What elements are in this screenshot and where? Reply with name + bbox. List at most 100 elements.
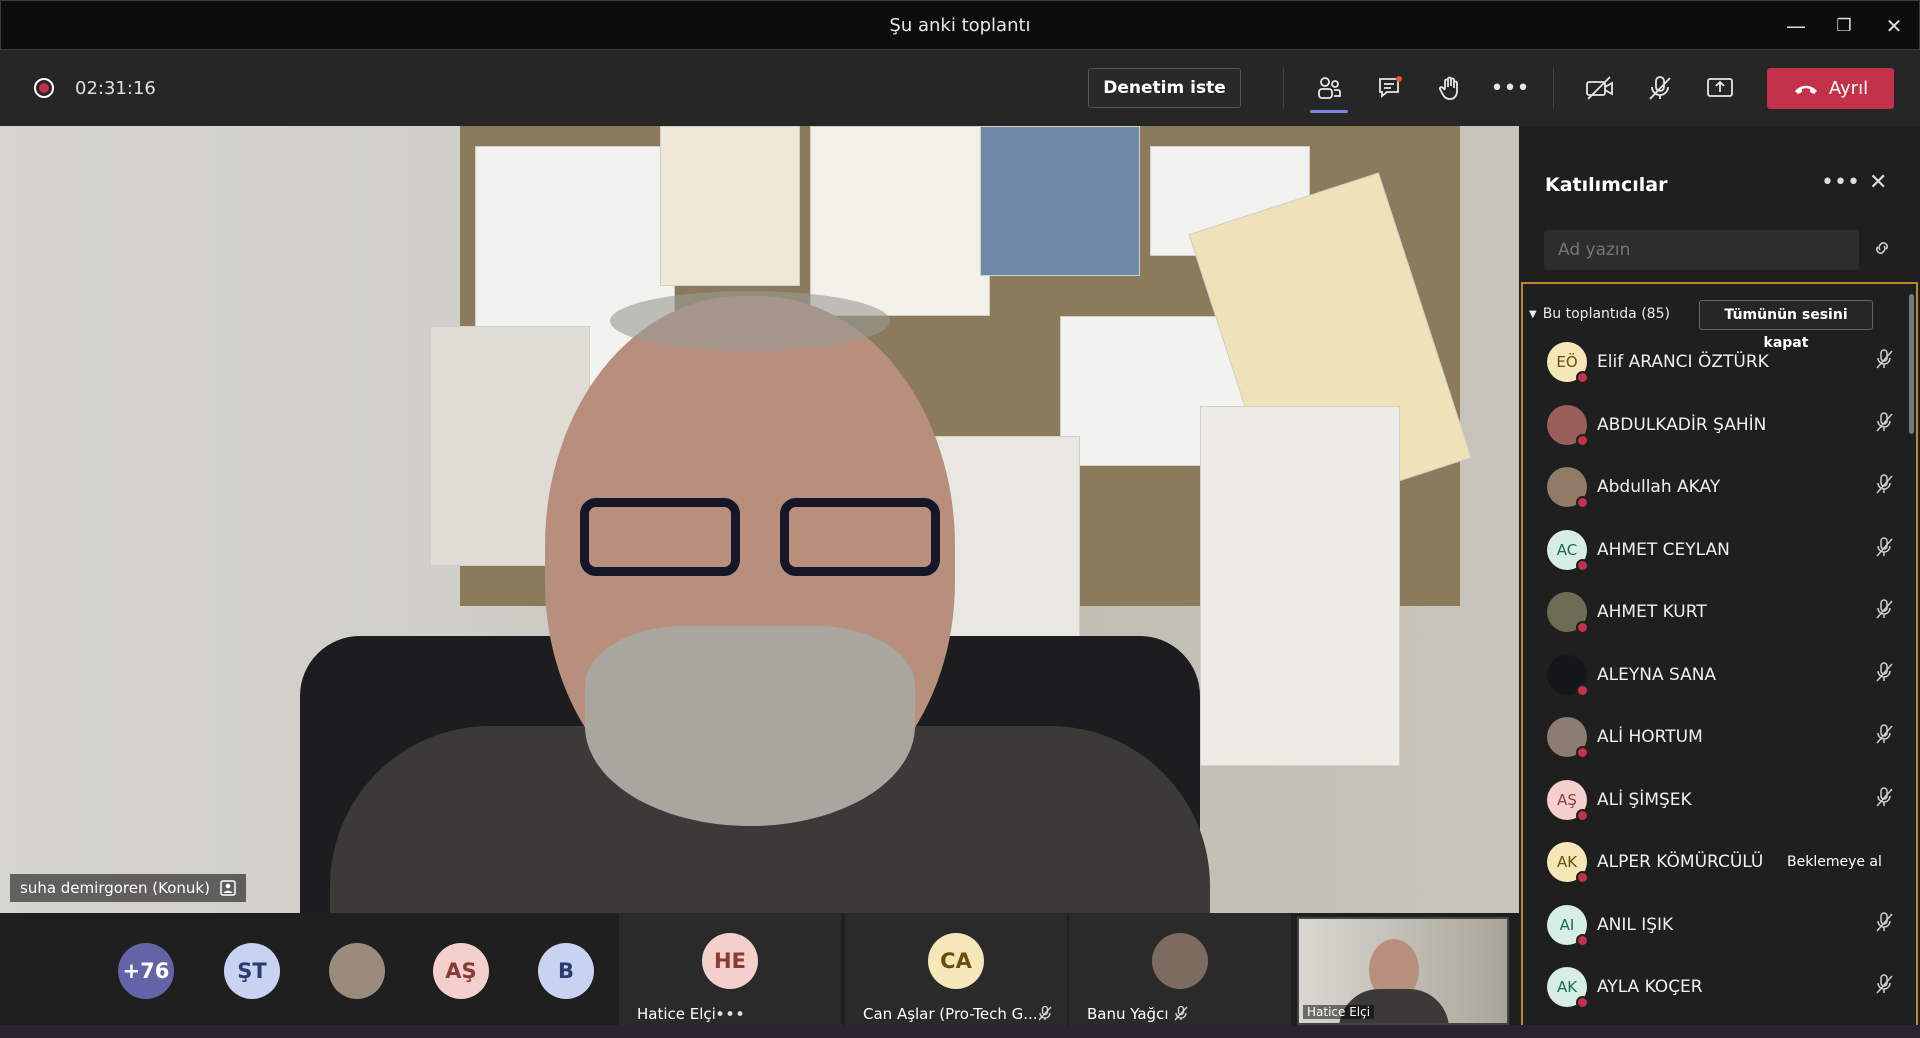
muted-mic-icon [1173, 1005, 1189, 1025]
gallery-avatar-photo[interactable] [329, 943, 385, 999]
muted-mic-icon[interactable] [1873, 348, 1895, 374]
presence-status-icon [1576, 621, 1589, 634]
microphone-off-icon[interactable] [1640, 70, 1680, 106]
guest-badge-icon [220, 880, 236, 896]
raise-hand-icon[interactable] [1430, 70, 1470, 106]
recording-icon [34, 78, 54, 98]
participant-row[interactable]: ALEYNA SANA [1547, 647, 1897, 697]
overflow-count[interactable]: +76 [118, 943, 174, 999]
minimize-icon[interactable]: — [1781, 11, 1811, 41]
gallery-tile[interactable]: CA Can Aşlar (Pro-Tech G... [845, 913, 1067, 1025]
muted-mic-icon[interactable] [1873, 536, 1895, 562]
gallery-avatar[interactable]: B [538, 943, 594, 999]
tile-name: Banu Yağcı [1087, 1005, 1169, 1023]
panel-more-icon[interactable]: ••• [1821, 170, 1860, 195]
participant-avatar: AC [1547, 529, 1589, 572]
window-title: Şu anki toplantı [889, 15, 1031, 36]
chat-icon[interactable] [1370, 70, 1410, 106]
restore-icon[interactable]: ❐ [1829, 11, 1859, 41]
panel-scrollbar[interactable] [1909, 294, 1914, 434]
self-video-preview[interactable]: Hatice Elçi [1297, 917, 1509, 1025]
chevron-down-icon: ▼ [1529, 308, 1537, 320]
panel-close-icon[interactable]: ✕ [1869, 170, 1887, 195]
participant-row[interactable]: AK AYLA KOÇER [1547, 959, 1897, 1009]
muted-mic-icon[interactable] [1873, 911, 1895, 937]
muted-mic-icon[interactable] [1873, 723, 1895, 749]
person-hair [610, 291, 890, 351]
participant-initials: AC [1556, 540, 1578, 559]
muted-mic-icon[interactable] [1873, 598, 1895, 624]
participant-name: ALPER KÖMÜRCÜLÜ [1597, 852, 1764, 872]
participant-avatar: AŞ [1547, 779, 1589, 822]
title-bar: Şu anki toplantı — ❐ ✕ [0, 0, 1920, 50]
leave-button[interactable]: Ayrıl [1767, 68, 1894, 109]
muted-mic-icon[interactable] [1873, 473, 1895, 499]
participant-row[interactable]: AI ANIL IŞIK [1547, 897, 1897, 947]
presence-status-icon [1576, 871, 1589, 884]
hang-up-icon [1794, 85, 1817, 94]
gallery-tile[interactable]: Banu Yağcı [1069, 913, 1291, 1025]
muted-mic-icon[interactable] [1873, 973, 1895, 999]
muted-mic-icon[interactable] [1873, 786, 1895, 812]
participant-row[interactable]: AK ALPER KÖMÜRCÜLÜ Beklemeye al [1547, 834, 1897, 884]
participant-avatar: EÖ [1547, 342, 1589, 384]
participant-name: ABDULKADİR ŞAHİN [1597, 414, 1767, 435]
presence-status-icon [1576, 558, 1589, 572]
participant-row[interactable]: Abdullah AKAY [1547, 459, 1897, 509]
section-label: Bu toplantıda (85) [1542, 306, 1670, 322]
gallery-avatar[interactable]: AŞ [433, 943, 489, 999]
main-video[interactable]: suha demirgoren (Konuk) [0, 126, 1519, 913]
video-name-tag: suha demirgoren (Konuk) [10, 874, 246, 902]
more-actions-icon[interactable]: ••• [1490, 70, 1530, 106]
share-link-icon[interactable] [1871, 238, 1893, 262]
participant-initials: AK [1556, 978, 1578, 996]
participant-initials: AK [1556, 853, 1578, 871]
participants-active-indicator [1310, 110, 1348, 113]
pinned-paper [980, 126, 1140, 276]
person-beard [585, 626, 915, 826]
panel-title: Katılımcılar [1545, 174, 1668, 196]
camera-off-icon[interactable] [1580, 70, 1620, 106]
presence-status-icon [1576, 683, 1589, 697]
participant-row[interactable]: AŞ ALİ ŞİMŞEK [1547, 772, 1897, 822]
participant-name: Elif ARANCI ÖZTÜRK [1597, 352, 1769, 372]
presence-status-icon [1576, 933, 1589, 947]
participant-row[interactable]: EÖ Elif ARANCI ÖZTÜRK [1547, 334, 1897, 384]
section-header[interactable]: ▼ Bu toplantıda (85) [1529, 306, 1670, 322]
participant-avatar: AI [1547, 904, 1589, 947]
participant-search-input[interactable] [1544, 230, 1859, 270]
request-control-button[interactable]: Denetim iste [1088, 68, 1241, 108]
participant-name: ALİ ŞİMŞEK [1597, 789, 1692, 810]
presence-status-icon [1576, 746, 1589, 759]
share-screen-icon[interactable] [1700, 70, 1740, 106]
in-meeting-section: ▼ Bu toplantıda (85) Tümünün sesini kapa… [1521, 282, 1918, 1025]
mute-all-button[interactable]: Tümünün sesini kapat [1699, 300, 1873, 351]
participant-name: ALİ HORTUM [1597, 727, 1703, 747]
participant-avatar [1547, 654, 1589, 697]
taskbar-strip [0, 1025, 1920, 1038]
participant-name: ALEYNA SANA [1597, 664, 1717, 685]
participant-row[interactable]: AHMET KURT [1547, 584, 1897, 634]
gallery-avatar[interactable]: ŞT [224, 943, 280, 999]
participant-row[interactable]: ABDULKADİR ŞAHİN [1547, 397, 1897, 447]
presence-status-icon [1576, 433, 1589, 447]
video-gallery: +76 ŞT AŞ B HE Hatice Elçi ••• CA Can Aş… [0, 913, 1519, 1025]
participant-name: ANIL IŞIK [1597, 914, 1674, 935]
participant-row[interactable]: AC AHMET CEYLAN [1547, 522, 1897, 572]
presence-status-icon [1576, 996, 1589, 1009]
tile-avatar: CA [928, 933, 984, 989]
meeting-timer: 02:31:16 [75, 78, 156, 99]
tile-avatar-photo [1152, 933, 1208, 989]
muted-mic-icon[interactable] [1873, 661, 1895, 687]
muted-mic-icon [1037, 1005, 1053, 1025]
participant-row[interactable]: ALİ HORTUM [1547, 709, 1897, 759]
more-options-icon[interactable]: ••• [715, 1005, 745, 1025]
muted-mic-icon[interactable] [1873, 411, 1895, 437]
person-glasses [580, 498, 960, 578]
gallery-tile[interactable]: HE Hatice Elçi ••• [619, 913, 841, 1025]
presence-status-icon [1576, 371, 1589, 384]
participant-name: AHMET CEYLAN [1597, 539, 1730, 560]
close-window-icon[interactable]: ✕ [1879, 11, 1909, 41]
hold-button[interactable]: Beklemeye al [1787, 854, 1882, 870]
participants-icon[interactable] [1309, 70, 1349, 106]
